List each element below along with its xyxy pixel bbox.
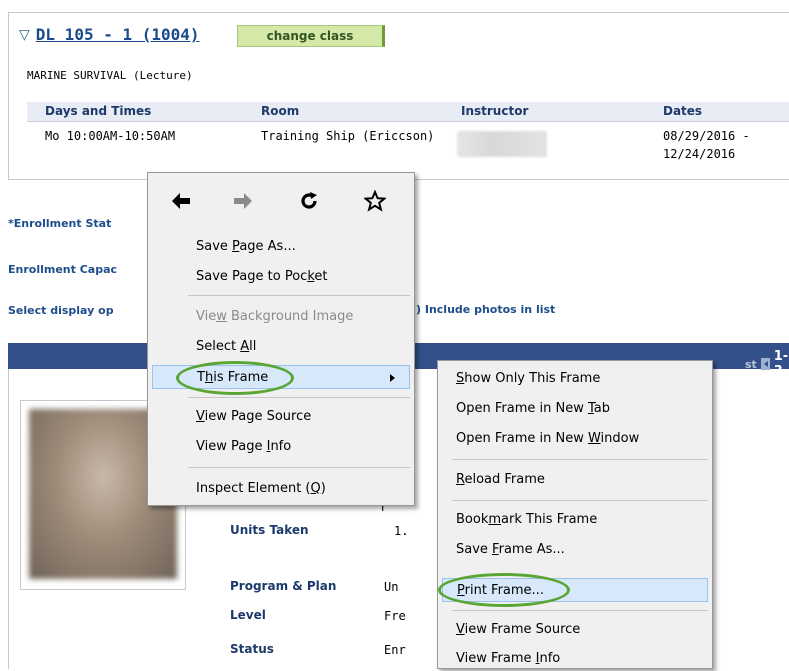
submenu-print-frame[interactable]: Print Frame...	[442, 578, 708, 602]
level-value: Fre	[384, 609, 406, 623]
back-arrow-icon[interactable]	[164, 185, 198, 217]
submenu-reload-frame[interactable]: Reload Frame	[438, 468, 712, 492]
navigation-row	[148, 173, 414, 229]
submenu-view-frame-source[interactable]: View Frame Source	[438, 618, 712, 642]
units-taken-value: 1.	[394, 524, 409, 538]
menu-separator	[188, 397, 410, 398]
schedule-table-header: Days and Times Room Instructor Dates	[27, 102, 789, 122]
menu-view-page-info[interactable]: View Page Info	[148, 435, 414, 459]
header-room: Room	[261, 104, 300, 118]
submenu-show-only-frame[interactable]: Show Only This Frame	[438, 367, 712, 391]
menu-save-page-as[interactable]: Save Page As...	[148, 235, 414, 259]
submenu-save-frame-as[interactable]: Save Frame As...	[438, 538, 712, 562]
instructor-redacted	[457, 131, 547, 157]
display-options-label: Select display op	[8, 304, 114, 317]
units-taken-label: Units Taken	[230, 523, 309, 537]
page-context-menu: Save Page As... Save Page to Pocket View…	[147, 172, 415, 506]
menu-separator	[452, 500, 708, 501]
include-photos-option[interactable]: ) Include photos in list	[416, 303, 555, 316]
enrollment-status-label: *Enrollment Stat	[8, 217, 112, 230]
cell-dates-start: 08/29/2016 -	[663, 129, 750, 143]
menu-separator	[452, 459, 708, 460]
status-value: Enr	[384, 643, 406, 657]
submenu-bookmark-frame[interactable]: Bookmark This Frame	[438, 508, 712, 532]
menu-separator	[188, 467, 410, 468]
class-section-box: ▽ DL 105 - 1 (1004) change class MARINE …	[8, 12, 789, 180]
header-instructor: Instructor	[461, 104, 529, 118]
status-label: Status	[230, 642, 274, 656]
menu-this-frame[interactable]: This Frame	[152, 365, 410, 389]
cell-room: Training Ship (Ericcson)	[261, 129, 435, 143]
menu-separator	[452, 610, 708, 611]
change-class-button[interactable]: change class	[237, 25, 385, 47]
header-dates: Dates	[663, 104, 703, 118]
class-description: MARINE SURVIVAL (Lecture)	[27, 69, 193, 82]
menu-inspect-element[interactable]: Inspect Element (Q)	[148, 477, 414, 501]
cell-days-times: Mo 10:00AM-10:50AM	[45, 129, 176, 143]
this-frame-submenu: Show Only This Frame Open Frame in New T…	[437, 360, 713, 669]
menu-save-to-pocket[interactable]: Save Page to Pocket	[148, 265, 414, 289]
cell-dates-end: 12/24/2016	[663, 147, 736, 161]
menu-view-background-image: View Background Image	[196, 309, 354, 324]
submenu-open-new-tab[interactable]: Open Frame in New Tab	[438, 397, 712, 421]
enrollment-capacity-label: Enrollment Capac	[8, 263, 118, 276]
header-days-times: Days and Times	[45, 104, 152, 118]
bookmark-star-icon[interactable]	[358, 185, 392, 217]
reload-icon[interactable]	[292, 185, 326, 217]
submenu-view-frame-info[interactable]: View Frame Info	[438, 647, 712, 671]
class-header: ▽ DL 105 - 1 (1004)	[19, 25, 200, 44]
program-plan-value: Un	[384, 580, 399, 594]
submenu-arrow-icon	[390, 374, 395, 382]
collapse-triangle-icon[interactable]: ▽	[19, 27, 30, 43]
submenu-open-new-window[interactable]: Open Frame in New Window	[438, 427, 712, 451]
menu-separator	[188, 295, 410, 296]
forward-arrow-icon[interactable]	[226, 185, 260, 217]
program-plan-label: Program & Plan	[230, 579, 337, 593]
class-link[interactable]: DL 105 - 1 (1004)	[36, 25, 200, 44]
menu-select-all[interactable]: Select All	[148, 335, 414, 359]
menu-view-page-source[interactable]: View Page Source	[148, 405, 414, 429]
level-label: Level	[230, 608, 266, 622]
